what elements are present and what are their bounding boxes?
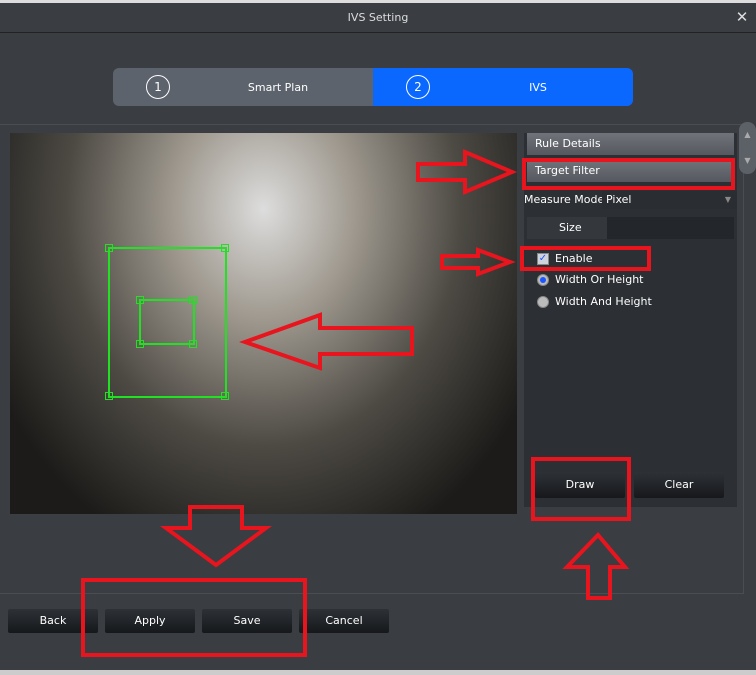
radio-width-and-height[interactable]: Width And Height <box>537 294 652 310</box>
chevron-down-icon: ▼ <box>724 195 731 204</box>
background-strip <box>0 670 756 675</box>
scroll-up-icon[interactable]: ▲ <box>739 122 756 148</box>
measure-mode-select[interactable]: Pixel ▼ <box>602 191 737 209</box>
measure-mode-row: Measure Mode: Pixel ▼ <box>524 191 737 209</box>
apply-button[interactable]: Apply <box>105 609 195 633</box>
title-bar: IVS Setting ✕ <box>0 3 756 33</box>
measure-mode-value: Pixel <box>606 193 632 206</box>
resize-handle[interactable] <box>105 244 113 252</box>
enable-label: Enable <box>555 252 593 265</box>
measure-mode-label: Measure Mode: <box>524 193 608 206</box>
radio-button[interactable] <box>537 274 549 286</box>
camera-view[interactable] <box>10 133 517 514</box>
radio-button[interactable] <box>537 296 549 308</box>
target-filter-header[interactable]: Target Filter <box>527 160 734 182</box>
rule-details-header[interactable]: Rule Details <box>527 133 734 155</box>
radio-label: Width Or Height <box>555 273 644 286</box>
step-ivs[interactable]: 2 IVS <box>373 68 633 106</box>
save-button[interactable]: Save <box>202 609 292 633</box>
resize-handle[interactable] <box>221 244 229 252</box>
tab-size-label: Size <box>559 221 582 234</box>
enable-checkbox[interactable]: ✓ <box>537 253 549 265</box>
size-tab-bar: Size <box>527 217 734 239</box>
step-smart-plan[interactable]: 1 Smart Plan <box>113 68 373 106</box>
resize-handle[interactable] <box>136 340 144 348</box>
radio-width-or-height[interactable]: Width Or Height <box>537 272 644 288</box>
resize-handle[interactable] <box>189 340 197 348</box>
resize-handle[interactable] <box>136 296 144 304</box>
enable-checkbox-row[interactable]: ✓ Enable <box>537 251 592 267</box>
step-label: Smart Plan <box>247 80 309 94</box>
step-wizard: 1 Smart Plan 2 IVS <box>113 68 633 106</box>
cancel-button[interactable]: Cancel <box>299 609 389 633</box>
min-size-box[interactable] <box>139 299 195 345</box>
scroll-down-icon[interactable]: ▼ <box>739 148 756 174</box>
step-label: IVS <box>529 80 547 94</box>
close-icon[interactable]: ✕ <box>734 6 750 28</box>
scrollbar[interactable]: ▲ ▼ <box>739 122 756 174</box>
back-button[interactable]: Back <box>8 609 98 633</box>
resize-handle[interactable] <box>189 296 197 304</box>
radio-label: Width And Height <box>555 295 652 308</box>
window-title: IVS Setting <box>347 11 409 24</box>
clear-button[interactable]: Clear <box>634 472 724 498</box>
resize-handle[interactable] <box>221 392 229 400</box>
rule-panel: Rule Details Target Filter Measure Mode:… <box>524 133 737 507</box>
draw-button[interactable]: Draw <box>535 472 625 498</box>
resize-handle[interactable] <box>105 392 113 400</box>
